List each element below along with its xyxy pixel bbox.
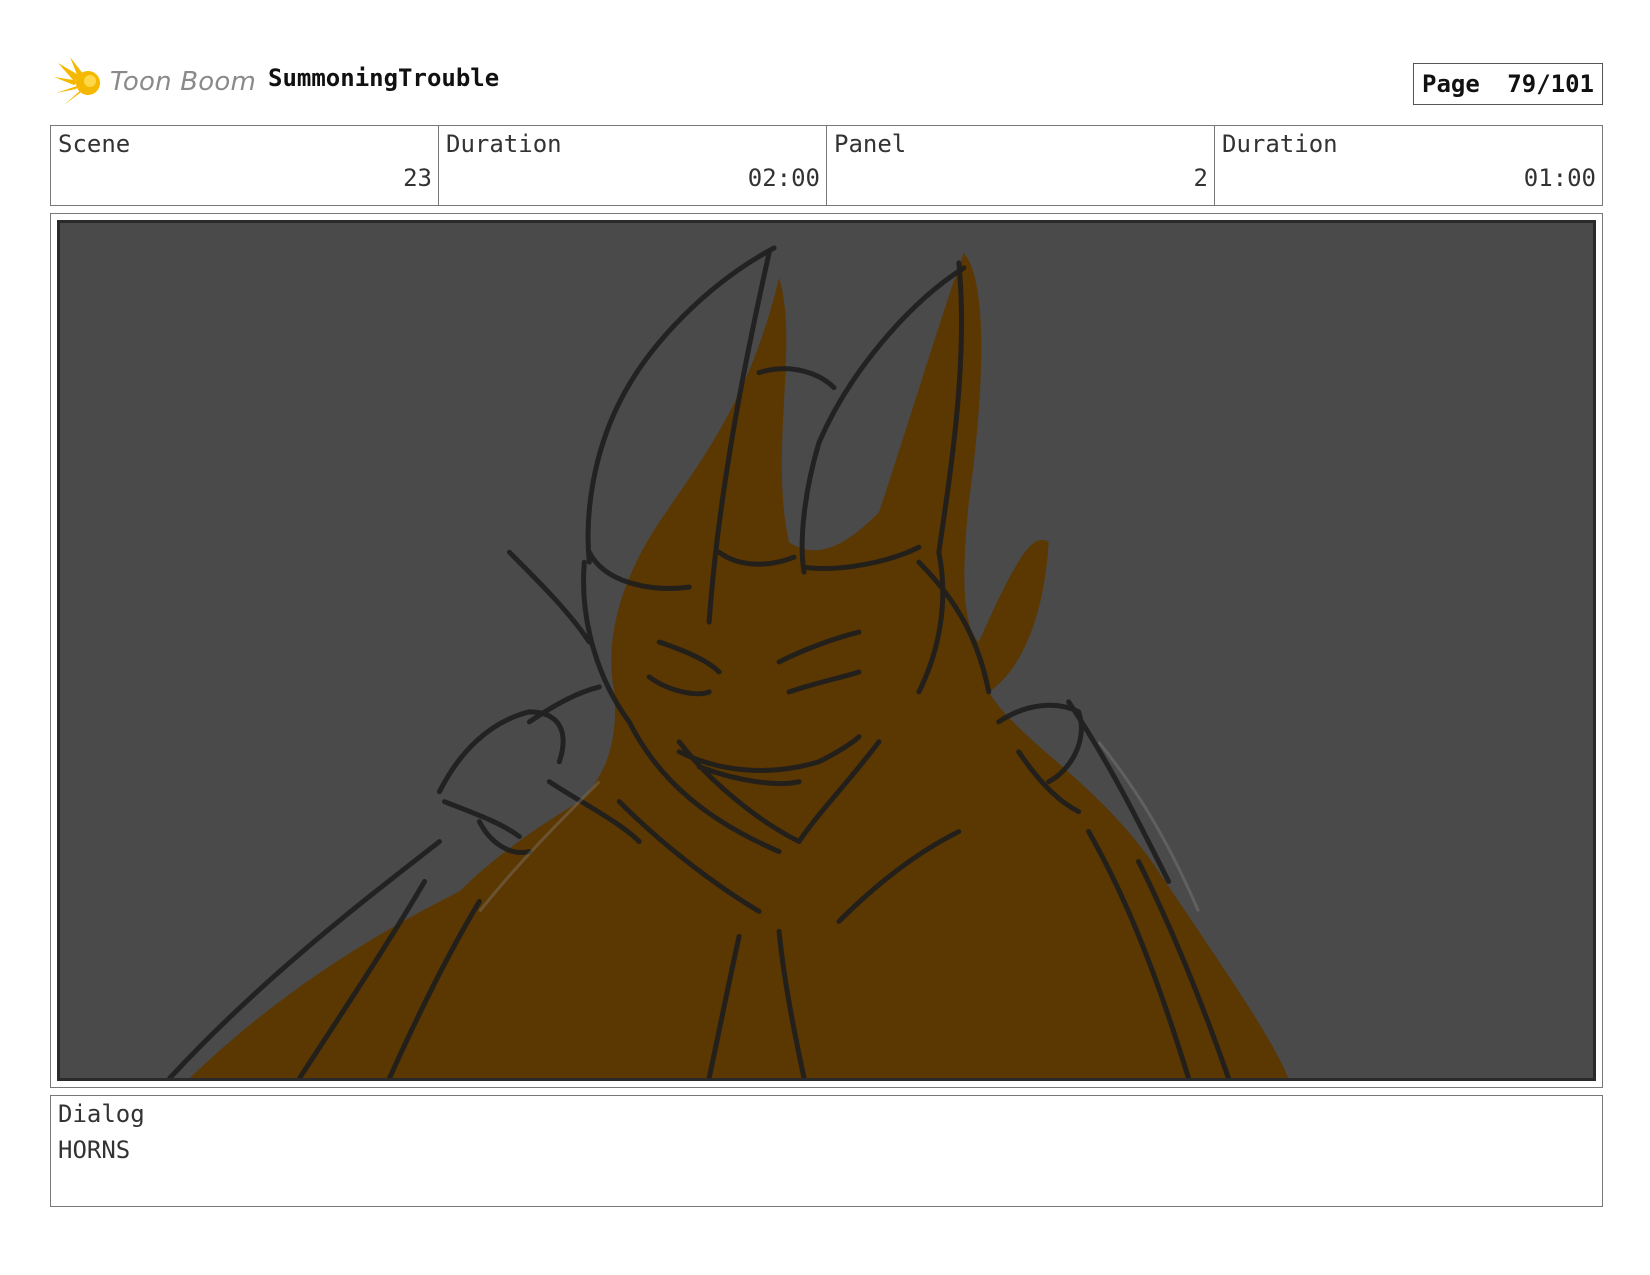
toon-boom-logo: Toon Boom: [52, 55, 256, 109]
scene-info-table: Scene 23 Duration 02:00 Panel 2 Duration…: [50, 125, 1603, 206]
scene-duration-label: Duration: [446, 130, 562, 158]
scene-duration-value: 02:00: [747, 164, 820, 192]
dialog-label: Dialog: [58, 1100, 145, 1128]
starburst-icon: [54, 57, 100, 105]
panel-duration-value: 01:00: [1523, 164, 1596, 192]
scene-value: 23: [403, 164, 432, 192]
page-indicator: Page 79/101: [1413, 63, 1603, 105]
project-title: SummoningTrouble: [268, 64, 500, 92]
panel-duration-cell: Duration 01:00: [1215, 126, 1602, 205]
page-number: 79/101: [1507, 70, 1594, 98]
logo-text: Toon Boom: [110, 67, 257, 97]
dialog-box: Dialog HORNS: [50, 1095, 1603, 1207]
panel-duration-label: Duration: [1222, 130, 1338, 158]
scene-duration-cell: Duration 02:00: [439, 126, 827, 205]
scene-label: Scene: [58, 130, 131, 158]
panel-cell: Panel 2: [827, 126, 1215, 205]
scene-cell: Scene 23: [51, 126, 439, 205]
character-sketch: [167, 245, 1289, 1078]
storyboard-panel: [50, 213, 1603, 1088]
page-label: Page: [1422, 70, 1480, 98]
panel-value: 2: [1193, 164, 1208, 192]
dialog-text: HORNS: [58, 1136, 131, 1164]
panel-label: Panel: [834, 130, 907, 158]
panel-image: [57, 220, 1596, 1081]
